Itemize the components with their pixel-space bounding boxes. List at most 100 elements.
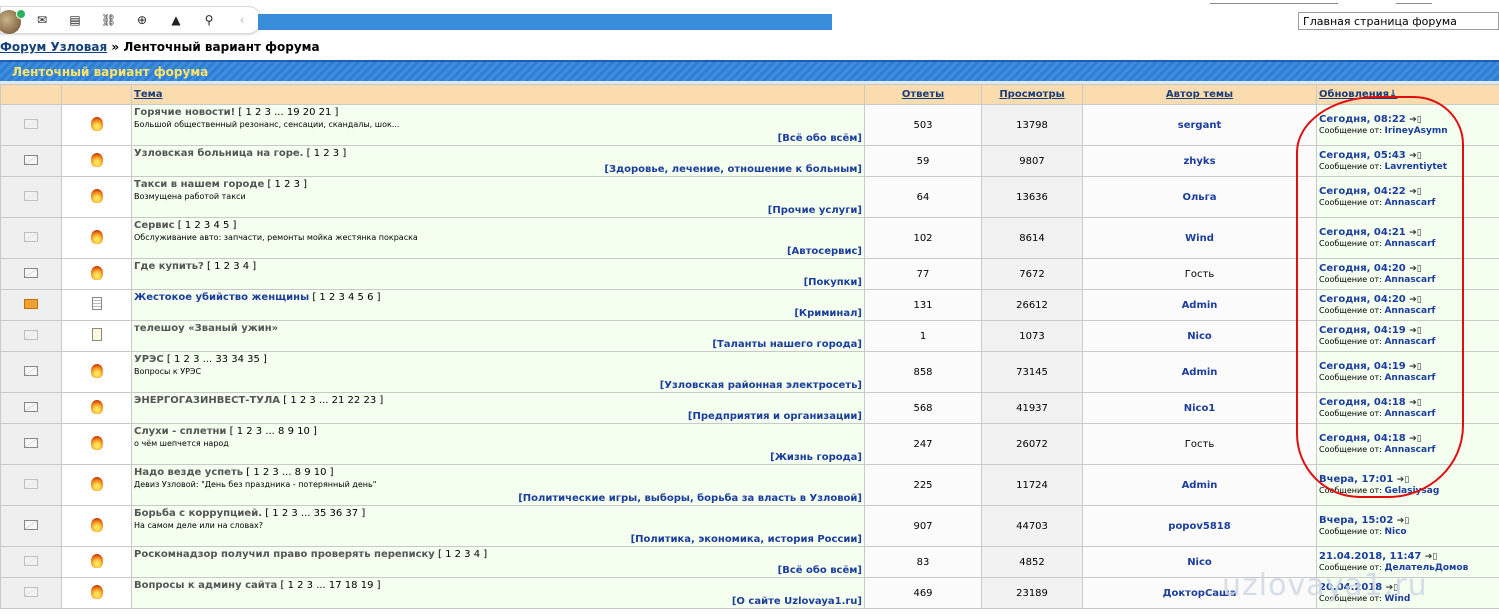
last-post-author-link[interactable]: Annascarf	[1384, 409, 1435, 419]
topic-category-link[interactable]: [Криминал]	[794, 308, 862, 319]
author-link[interactable]: Wind	[1185, 233, 1214, 244]
topic-category-link[interactable]: [Предприятия и организации]	[688, 411, 862, 422]
last-update-time[interactable]: Сегодня, 04:21 ➔▯	[1319, 227, 1499, 238]
topic-title-link[interactable]: Где купить?	[134, 261, 204, 272]
last-post-author-link[interactable]: Annascarf	[1384, 337, 1435, 347]
author-link[interactable]: Nico1	[1184, 403, 1216, 414]
topic-title-link[interactable]: УРЭС	[134, 354, 164, 365]
col-header-author[interactable]: Автор темы	[1082, 84, 1317, 105]
go-to-post-icon[interactable]: ➔▯	[1409, 295, 1422, 305]
go-to-post-icon[interactable]: ➔▯	[1409, 326, 1422, 336]
topic-title-link[interactable]: Горячие новости!	[134, 107, 235, 118]
topic-category-link[interactable]: [Прочие услуги]	[768, 205, 862, 216]
go-to-post-icon[interactable]: ➔▯	[1409, 115, 1422, 125]
col-header-replies[interactable]: Ответы	[864, 84, 982, 105]
topic-pages[interactable]: [ 1 2 3 4 5 ]	[178, 220, 237, 231]
go-to-post-icon[interactable]: ➔▯	[1397, 475, 1410, 485]
go-to-post-icon[interactable]: ➔▯	[1409, 398, 1422, 408]
topic-category-link[interactable]: [Автосервис]	[787, 246, 862, 257]
topic-pages[interactable]: [ 1 2 3 4 ]	[207, 261, 256, 272]
last-update-time-text[interactable]: Сегодня, 04:19	[1319, 361, 1406, 372]
topic-pages[interactable]: [ 1 2 3 ... 8 9 10 ]	[230, 426, 317, 437]
go-to-post-icon[interactable]: ➔▯	[1409, 434, 1422, 444]
topic-pages[interactable]: [ 1 2 3 ... 8 9 10 ]	[246, 467, 333, 478]
go-to-post-icon[interactable]: ➔▯	[1409, 264, 1422, 274]
last-post-author-link[interactable]: Gelasiysag	[1384, 486, 1439, 496]
last-update-time[interactable]: Сегодня, 04:19 ➔▯	[1319, 325, 1499, 336]
forum-jump-select[interactable]: Главная страница форума	[1298, 12, 1499, 30]
topic-pages[interactable]: [ 1 2 3 4 ]	[438, 549, 487, 560]
chevron-left-icon[interactable]: ‹	[235, 13, 249, 27]
last-update-time[interactable]: Сегодня, 04:19 ➔▯	[1319, 361, 1499, 372]
topic-pages[interactable]: [ 1 2 3 ... 17 18 19 ]	[280, 580, 380, 591]
topic-category-link[interactable]: [Узловская районная электросеть]	[660, 380, 862, 391]
topic-title-link[interactable]: Жестокое убийство женщины	[134, 292, 309, 303]
topic-pages[interactable]: [ 1 2 3 ... 33 34 35 ]	[167, 354, 267, 365]
col-header-updates[interactable]: Обновления↓	[1316, 84, 1499, 105]
topic-category-link[interactable]: [Здоровье, лечение, отношение к больным]	[604, 164, 862, 175]
topic-pages[interactable]: [ 1 2 3 ... 19 20 21 ]	[238, 107, 338, 118]
last-update-time[interactable]: Сегодня, 04:18 ➔▯	[1319, 433, 1499, 444]
bell-icon[interactable]: ▲	[169, 13, 183, 27]
last-update-time[interactable]: Сегодня, 08:22 ➔▯	[1319, 114, 1499, 125]
last-update-time-text[interactable]: Сегодня, 04:18	[1319, 433, 1406, 444]
topic-category-link[interactable]: [Таланты нашего города]	[712, 339, 862, 350]
last-update-time[interactable]: Сегодня, 04:20 ➔▯	[1319, 263, 1499, 274]
last-post-author-link[interactable]: Annascarf	[1384, 445, 1435, 455]
topic-pages[interactable]: [ 1 2 3 4 5 6 ]	[312, 292, 380, 303]
last-post-author-link[interactable]: Nico	[1384, 527, 1406, 537]
last-post-author-link[interactable]: Annascarf	[1384, 198, 1435, 208]
topic-title-link[interactable]: Борьба с коррупцией.	[134, 508, 262, 519]
last-update-time-text[interactable]: Сегодня, 04:22	[1319, 186, 1406, 197]
last-update-time[interactable]: Вчера, 17:01 ➔▯	[1319, 474, 1499, 485]
topic-pages[interactable]: [ 1 2 3 ]	[267, 179, 307, 190]
last-update-time[interactable]: Сегодня, 04:20 ➔▯	[1319, 294, 1499, 305]
document-icon[interactable]: ▤	[68, 13, 82, 27]
last-update-time-text[interactable]: 21.04.2018, 11:47	[1319, 551, 1421, 562]
topic-category-link[interactable]: [Политические игры, выборы, борьба за вл…	[518, 493, 862, 504]
topic-title-link[interactable]: Такси в нашем городе	[134, 179, 264, 190]
topic-category-link[interactable]: [Жизнь города]	[770, 452, 862, 463]
author-link[interactable]: sergant	[1178, 120, 1221, 131]
author-link[interactable]: Гость	[1185, 269, 1214, 280]
author-link[interactable]: Admin	[1182, 300, 1218, 311]
last-post-author-link[interactable]: Annascarf	[1384, 373, 1435, 383]
last-post-author-link[interactable]: IrineyAsymn	[1384, 126, 1447, 136]
topic-category-link[interactable]: [О сайте Uzlovaya1.ru]	[732, 596, 862, 607]
topic-category-link[interactable]: [Всё обо всём]	[778, 133, 862, 144]
go-to-post-icon[interactable]: ➔▯	[1409, 187, 1422, 197]
go-to-post-icon[interactable]: ➔▯	[1409, 228, 1422, 238]
last-post-author-link[interactable]: Annascarf	[1384, 275, 1435, 285]
last-post-author-link[interactable]: Lavrentiytet	[1384, 162, 1447, 172]
author-link[interactable]: Гость	[1185, 439, 1214, 450]
last-update-time-text[interactable]: Сегодня, 04:18	[1319, 397, 1406, 408]
topic-title-link[interactable]: Надо везде успеть	[134, 467, 243, 478]
topic-title-link[interactable]: Роскомнадзор получил право проверять пер…	[134, 549, 435, 560]
last-update-time-text[interactable]: Сегодня, 05:43	[1319, 150, 1406, 161]
link-icon[interactable]: ⛓	[101, 13, 116, 27]
last-update-time[interactable]: 21.04.2018, 11:47 ➔▯	[1319, 551, 1499, 562]
last-update-time-text[interactable]: Вчера, 17:01	[1319, 474, 1393, 485]
search-icon[interactable]: ⚲	[202, 13, 216, 27]
last-update-time[interactable]: Сегодня, 04:22 ➔▯	[1319, 186, 1499, 197]
last-update-time[interactable]: Сегодня, 04:18 ➔▯	[1319, 397, 1499, 408]
last-update-time[interactable]: Сегодня, 05:43 ➔▯	[1319, 150, 1499, 161]
go-to-post-icon[interactable]: ➔▯	[1409, 362, 1422, 372]
last-update-time-text[interactable]: Сегодня, 08:22	[1319, 114, 1406, 125]
last-update-time-text[interactable]: Сегодня, 04:20	[1319, 263, 1406, 274]
last-update-time[interactable]: Вчера, 15:02 ➔▯	[1319, 515, 1499, 526]
author-link[interactable]: Nico	[1187, 557, 1212, 568]
author-link[interactable]: Admin	[1182, 480, 1218, 491]
go-to-post-icon[interactable]: ➔▯	[1397, 516, 1410, 526]
envelope-icon[interactable]: ✉	[35, 13, 49, 27]
topic-title-link[interactable]: ЭНЕРГОГАЗИНВЕСТ-ТУЛА	[134, 395, 280, 406]
last-update-time-text[interactable]: Сегодня, 04:21	[1319, 227, 1406, 238]
plus-circle-icon[interactable]: ⊕	[135, 13, 149, 27]
author-link[interactable]: zhyks	[1183, 156, 1215, 167]
last-update-time-text[interactable]: Вчера, 15:02	[1319, 515, 1393, 526]
author-link[interactable]: Nico	[1187, 331, 1212, 342]
topic-title-link[interactable]: Слухи - сплетни	[134, 426, 226, 437]
last-post-author-link[interactable]: Annascarf	[1384, 239, 1435, 249]
last-update-time-text[interactable]: Сегодня, 04:19	[1319, 325, 1406, 336]
topic-title-link[interactable]: телешоу «Званый ужин»	[134, 323, 278, 334]
